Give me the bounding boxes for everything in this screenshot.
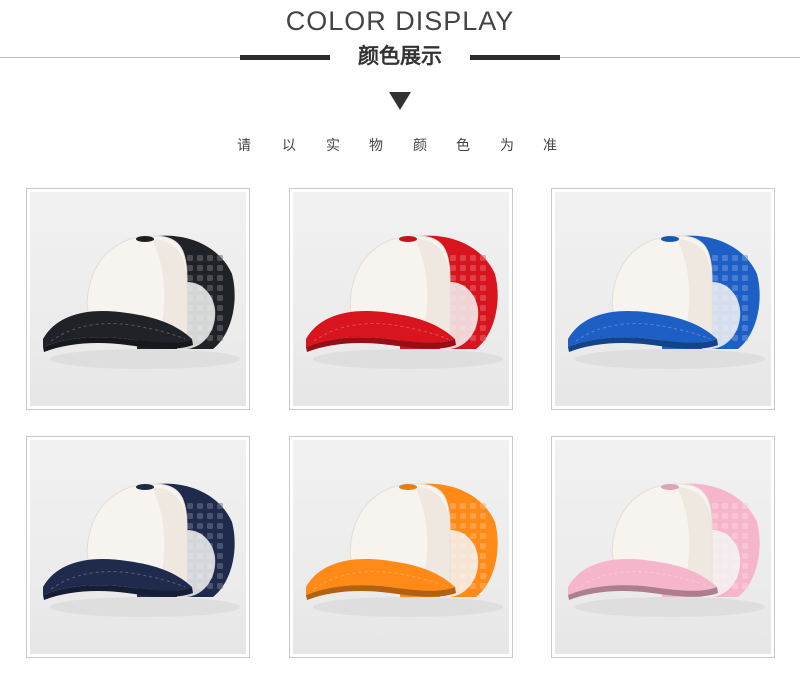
divider-left-thin <box>0 57 240 58</box>
cap-button <box>136 236 154 242</box>
cap-shadow <box>313 597 503 617</box>
product-card-black[interactable] <box>26 188 250 410</box>
product-card-orange[interactable] <box>289 436 513 658</box>
cap-shadow <box>50 349 240 369</box>
color-disclaimer: 请 以 实 物 颜 色 为 准 <box>0 135 800 157</box>
note-char: 以 <box>282 138 296 154</box>
red-cap-image <box>306 235 503 369</box>
note-char: 实 <box>326 138 340 154</box>
note-char: 色 <box>456 138 470 154</box>
page-title: COLOR DISPLAY <box>285 6 515 36</box>
divider-right-thin <box>560 57 800 58</box>
orange-cap-image <box>306 483 503 617</box>
note-char: 为 <box>500 138 514 154</box>
navy-cap-image <box>43 483 240 617</box>
black-cap-image <box>43 235 240 369</box>
cap-button <box>661 484 679 490</box>
note-char: 请 <box>237 138 251 154</box>
cap-button <box>399 236 417 242</box>
down-triangle-icon <box>389 92 411 110</box>
cap-button <box>399 484 417 490</box>
product-card-red[interactable] <box>289 188 513 410</box>
cap-shadow <box>575 597 765 617</box>
pink-cap-image <box>568 483 765 617</box>
cap-shadow <box>575 349 765 369</box>
note-char: 颜 <box>413 138 427 154</box>
product-card-royal-blue[interactable] <box>551 188 775 410</box>
cap-shadow <box>313 349 503 369</box>
note-char: 准 <box>543 138 557 154</box>
page-subtitle: 颜色展示 <box>358 44 442 68</box>
royal-blue-cap-image <box>568 235 765 369</box>
product-card-pink[interactable] <box>551 436 775 658</box>
product-card-navy[interactable] <box>26 436 250 658</box>
cap-button <box>136 484 154 490</box>
cap-shadow <box>50 597 240 617</box>
note-char: 物 <box>369 138 383 154</box>
cap-button <box>661 236 679 242</box>
